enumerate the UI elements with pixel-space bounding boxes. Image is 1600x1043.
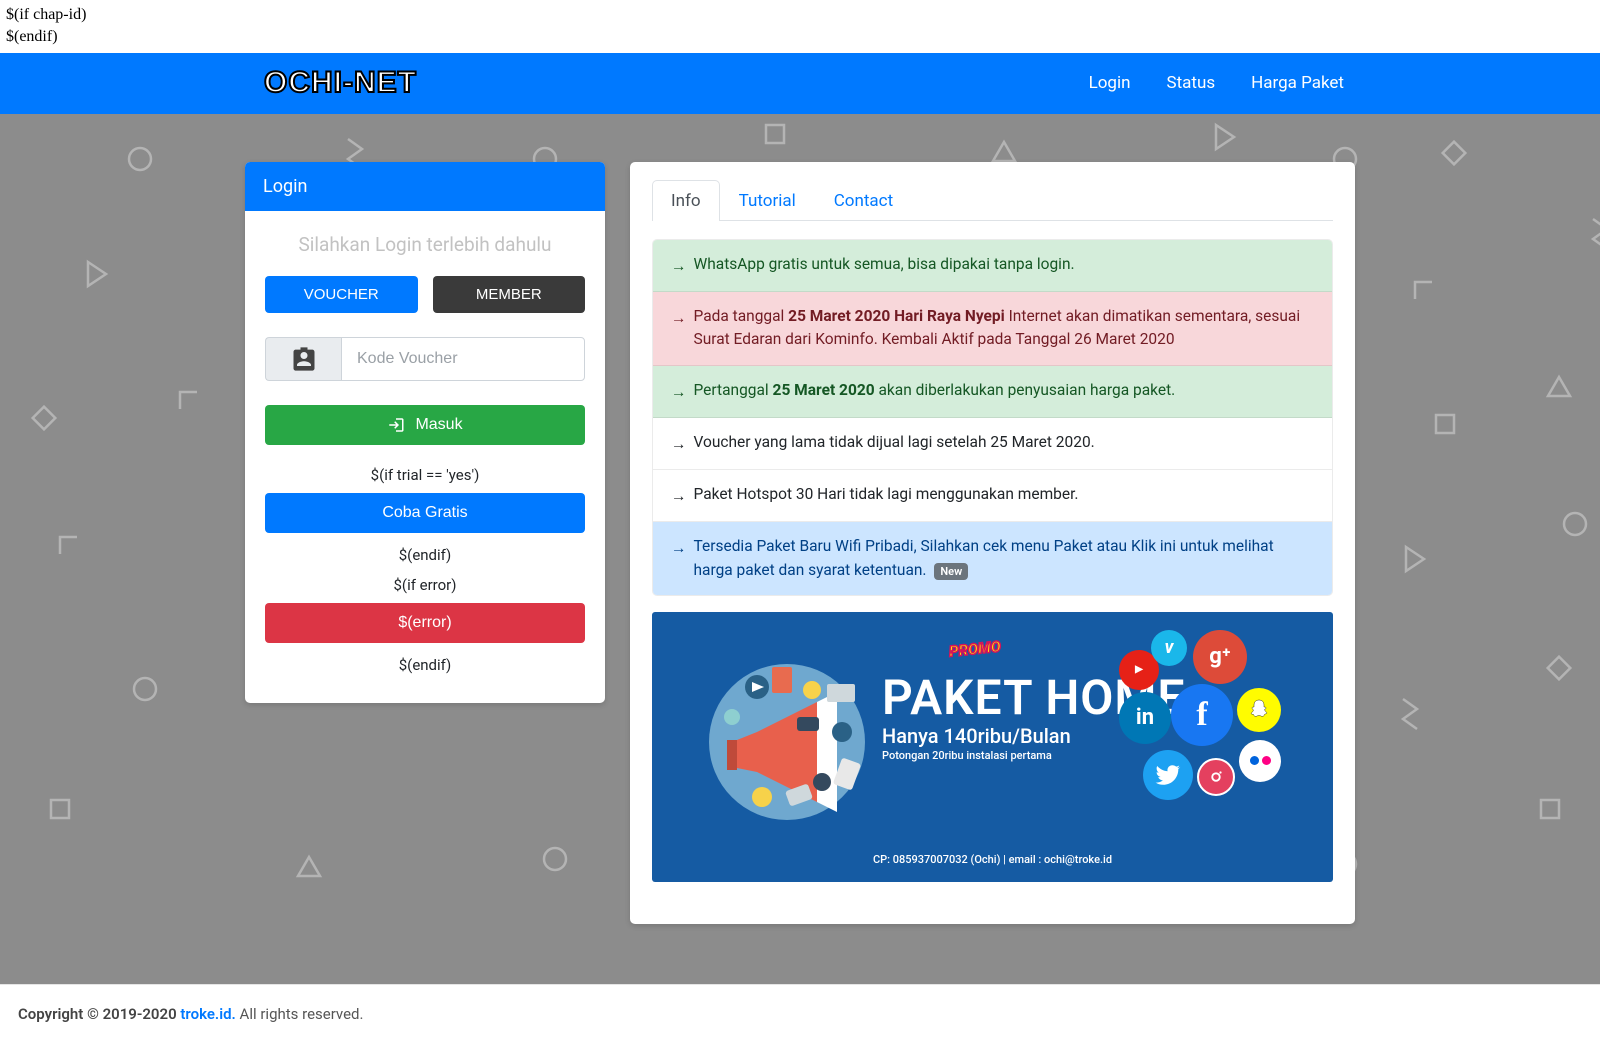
nav-links: Login Status Harga Paket [1089,73,1350,93]
template-if-error: $(if error) [265,573,585,597]
nav-login[interactable]: Login [1089,73,1131,93]
social-cluster: ▶ v g⁺ in f [1119,630,1309,810]
info-tabs: Info Tutorial Contact [652,180,1333,221]
arrow-icon: → [671,381,687,404]
twitter-icon [1143,750,1193,800]
snapchat-icon [1237,688,1281,732]
arrow-icon: → [671,433,687,456]
nav-harga-paket[interactable]: Harga Paket [1251,73,1344,93]
promo-badge: PROMO [948,637,1001,660]
arrow-icon: → [671,537,687,560]
instagram-icon [1197,758,1235,796]
template-endif-2: $(endif) [265,653,585,677]
tab-voucher[interactable]: VOUCHER [265,276,418,313]
tab-member[interactable]: MEMBER [433,276,586,313]
arrow-icon: → [671,307,687,330]
info-list-item: → WhatsApp gratis untuk semua, bisa dipak… [653,240,1332,292]
nav-status[interactable]: Status [1166,73,1215,93]
vimeo-icon: v [1151,630,1187,666]
error-button[interactable]: $(error) [265,603,585,643]
template-if-trial: $(if trial == 'yes') [265,463,585,487]
login-panel-heading: Login [245,162,605,211]
arrow-icon: → [671,255,687,278]
tab-tutorial[interactable]: Tutorial [720,180,815,221]
footer-copyright: Copyright © 2019-2020 [18,1005,180,1023]
main-content: Login Silahkan Login terlebih dahulu VOU… [0,114,1600,984]
voucher-icon-addon [265,337,341,381]
voucher-code-input[interactable] [341,337,585,381]
info-item-text: Pertanggal 25 Maret 2020 akan diberlakuk… [694,379,1315,402]
template-endif-1: $(endif) [265,543,585,567]
id-badge-icon [290,345,318,373]
footer-rights: All rights reserved. [236,1005,364,1023]
flickr-icon [1239,740,1281,782]
info-item-text: Pada tanggal 25 Maret 2020 Hari Raya Nye… [694,305,1315,352]
linkedin-icon: in [1119,692,1171,744]
promo-contact: CP: 085937007032 (Ochi) | email : ochi@t… [652,853,1333,866]
masuk-label: Masuk [415,416,462,434]
tab-contact[interactable]: Contact [815,180,912,221]
new-badge: New [934,563,968,580]
tab-info[interactable]: Info [652,180,720,221]
coba-gratis-button[interactable]: Coba Gratis [265,493,585,533]
info-item-text: Voucher yang lama tidak dijual lagi sete… [694,431,1315,454]
login-prompt: Silahkan Login terlebih dahulu [265,233,585,256]
info-list-item[interactable]: → Tersedia Paket Baru Wifi Pribadi, Silah… [653,522,1332,595]
megaphone-graphic [687,642,897,827]
info-list: → WhatsApp gratis untuk semua, bisa dipak… [652,239,1333,596]
info-item-text: WhatsApp gratis untuk semua, bisa dipaka… [694,253,1315,276]
brand-logo: OCHI-NET [250,66,417,100]
googleplus-icon: g⁺ [1193,630,1247,684]
info-list-item: → Pada tanggal 25 Maret 2020 Hari Raya Ny… [653,292,1332,366]
arrow-icon: → [671,485,687,508]
footer: Copyright © 2019-2020 troke.id. All righ… [0,984,1600,1043]
facebook-icon: f [1171,684,1233,746]
login-panel: Login Silahkan Login terlebih dahulu VOU… [245,162,605,703]
info-item-text: Paket Hotspot 30 Hari tidak lagi menggun… [694,483,1315,506]
footer-link[interactable]: troke.id. [180,1005,235,1023]
info-item-text: Tersedia Paket Baru Wifi Pribadi, Silahk… [694,535,1315,582]
info-list-item: → Voucher yang lama tidak dijual lagi set… [653,418,1332,470]
masuk-button[interactable]: Masuk [265,405,585,445]
info-list-item: → Pertanggal 25 Maret 2020 akan diberlaku… [653,366,1332,418]
info-list-item: → Paket Hotspot 30 Hari tidak lagi menggu… [653,470,1332,522]
info-panel: Info Tutorial Contact → WhatsApp gratis u… [630,162,1355,924]
template-directive: $(if chap-id) $(endif) [0,0,1600,53]
promo-banner[interactable]: PROMO PAKET HOME Hanya 140ribu/Bulan Pot… [652,612,1333,882]
navbar: OCHI-NET Login Status Harga Paket [0,53,1600,114]
sign-in-icon [387,416,405,434]
